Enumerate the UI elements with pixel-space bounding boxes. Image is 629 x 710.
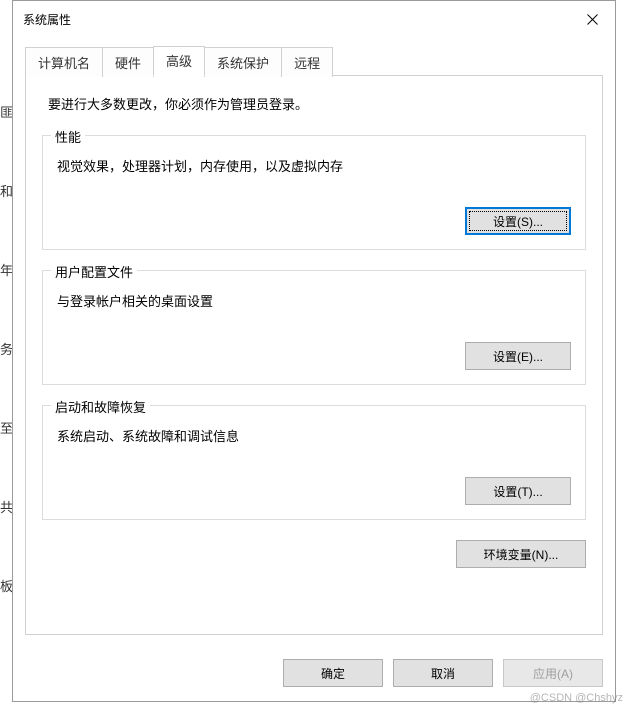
apply-button: 应用(A) [503,659,603,687]
titlebar: 系统属性 [13,1,615,37]
tab-strip: 计算机名 硬件 高级 系统保护 远程 [25,45,603,75]
group-performance-desc: 视觉效果，处理器计划，内存使用，以及虚拟内存 [57,156,571,175]
user-profiles-settings-label: 设置(E)... [493,348,543,365]
group-startup-recovery: 启动和故障恢复 系统启动、系统故障和调试信息 设置(T)... [42,405,586,520]
startup-settings-label: 设置(T)... [493,483,542,500]
apply-label: 应用(A) [533,665,573,682]
performance-settings-label: 设置(S)... [493,213,543,230]
admin-note: 要进行大多数更改，你必须作为管理员登录。 [48,94,586,113]
env-var-row: 环境变量(N)... [42,540,586,568]
system-properties-dialog: 系统属性 计算机名 硬件 高级 系统保护 远程 要进行大多数更改，你必须作为管理… [12,0,616,702]
user-profiles-settings-button[interactable]: 设置(E)... [465,342,571,370]
close-button[interactable] [569,3,615,35]
window-title: 系统属性 [23,11,71,28]
startup-settings-button[interactable]: 设置(T)... [465,477,571,505]
group-user-profiles-desc: 与登录帐户相关的桌面设置 [57,291,571,310]
cancel-button[interactable]: 取消 [393,659,493,687]
content-area: 计算机名 硬件 高级 系统保护 远程 要进行大多数更改，你必须作为管理员登录。 … [13,37,615,647]
group-user-profiles: 用户配置文件 与登录帐户相关的桌面设置 设置(E)... [42,270,586,385]
group-startup-desc: 系统启动、系统故障和调试信息 [57,426,571,445]
group-performance: 性能 视觉效果，处理器计划，内存使用，以及虚拟内存 设置(S)... [42,135,586,250]
tab-remote[interactable]: 远程 [281,47,333,77]
tab-hardware[interactable]: 硬件 [102,47,154,77]
background-left-fragment: 匪和年务至共板 [0,42,12,702]
environment-variables-label: 环境变量(N)... [484,546,559,563]
close-icon [587,14,598,25]
performance-settings-button[interactable]: 设置(S)... [465,207,571,235]
cancel-label: 取消 [431,665,455,682]
tab-system-protection[interactable]: 系统保护 [204,47,282,77]
tab-computer-name[interactable]: 计算机名 [25,47,103,77]
ok-button[interactable]: 确定 [283,659,383,687]
environment-variables-button[interactable]: 环境变量(N)... [456,540,586,568]
group-user-profiles-title: 用户配置文件 [51,262,137,281]
ok-label: 确定 [321,665,345,682]
group-performance-title: 性能 [51,127,85,146]
tabs-container: 计算机名 硬件 高级 系统保护 远程 [25,45,603,75]
tab-advanced[interactable]: 高级 [153,46,205,76]
dialog-button-row: 确定 取消 应用(A) [13,647,615,701]
group-startup-title: 启动和故障恢复 [51,397,150,416]
tab-panel-advanced: 要进行大多数更改，你必须作为管理员登录。 性能 视觉效果，处理器计划，内存使用，… [25,75,603,635]
